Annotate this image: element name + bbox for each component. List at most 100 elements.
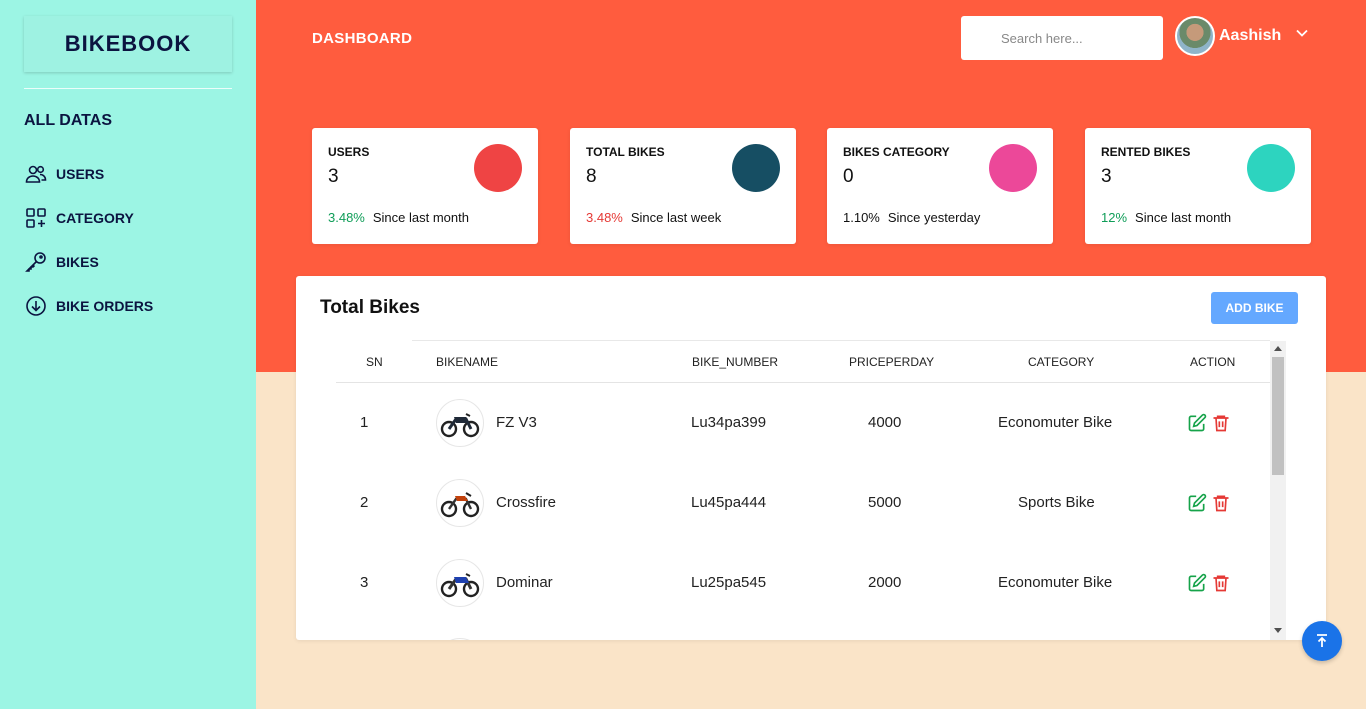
- stat-value: 8: [586, 166, 597, 187]
- panel-title: Total Bikes: [320, 297, 420, 318]
- stat-percentage: 3.48%: [328, 210, 365, 225]
- stat-note: Since last month: [372, 210, 469, 225]
- scroll-up-arrow-icon[interactable]: [1274, 346, 1282, 351]
- stat-value: 0: [843, 166, 854, 187]
- bike-thumbnail: [436, 479, 484, 527]
- stat-footer: 1.10% Since yesterday: [843, 210, 980, 225]
- table-header: SN BIKENAME BIKE_NUMBER PRICEPERDAY CATE…: [336, 340, 1270, 383]
- cell-sn: 3: [360, 574, 369, 591]
- stat-label: BIKES CATEGORY: [843, 145, 950, 159]
- stat-note: Since last month: [1135, 210, 1232, 225]
- stat-value: 3: [328, 166, 339, 187]
- search-input[interactable]: [961, 16, 1163, 60]
- bike-thumbnail: [436, 559, 484, 607]
- table-row: 1 FZ V3 Lu34pa399 4000 Economuter Bike: [336, 383, 1270, 463]
- bike-thumbnail: [436, 638, 484, 640]
- avatar: [1175, 16, 1215, 56]
- bike-thumbnail: [436, 399, 484, 447]
- stat-card-total-bikes: TOTAL BIKES 8 3.48% Since last week: [570, 128, 796, 244]
- edit-icon[interactable]: [1187, 573, 1207, 593]
- cell-category: Economuter Bike: [998, 574, 1113, 591]
- stat-percentage: 3.48%: [586, 210, 623, 225]
- scrollbar-thumb[interactable]: [1272, 357, 1284, 475]
- cell-sn: 1: [360, 414, 369, 431]
- stat-note: Since yesterday: [887, 210, 981, 225]
- column-header-action: ACTION: [1190, 355, 1236, 369]
- stat-label: RENTED BIKES: [1101, 145, 1191, 159]
- sidebar-item-label: USERS: [56, 166, 105, 182]
- cell-category: Economuter Bike: [998, 414, 1113, 431]
- bikes-table: SN BIKENAME BIKE_NUMBER PRICEPERDAY CATE…: [336, 340, 1286, 640]
- stat-label: USERS: [328, 145, 370, 159]
- category-icon: [26, 208, 46, 228]
- cell-priceperday: 5000: [868, 494, 902, 511]
- table-row: 2 Crossfire Lu45pa444 5000 Sports Bike: [336, 463, 1270, 543]
- download-circle-icon: [26, 296, 46, 316]
- cell-priceperday: 4000: [868, 414, 902, 431]
- stat-percentage: 1.10%: [843, 210, 880, 225]
- add-bike-button[interactable]: ADD BIKE: [1211, 292, 1298, 324]
- sidebar-item-label: BIKE ORDERS: [56, 298, 154, 314]
- sidebar-item-label: CATEGORY: [56, 210, 134, 226]
- stat-indicator-circle: [989, 144, 1037, 192]
- stat-card-bikes-category: BIKES CATEGORY 0 1.10% Since yesterday: [827, 128, 1053, 244]
- cell-priceperday: 2000: [868, 574, 902, 591]
- motorcycle-icon: [440, 492, 480, 518]
- cell-bike-number: Lu25pa545: [691, 574, 767, 591]
- motorcycle-icon: [440, 573, 480, 598]
- column-header-bike-number: BIKE_NUMBER: [692, 355, 779, 369]
- stat-indicator-circle: [732, 144, 780, 192]
- sidebar-divider: [24, 88, 232, 89]
- stat-footer: 3.48% Since last month: [328, 210, 469, 225]
- stat-note: Since last week: [630, 210, 722, 225]
- cell-bike-number: Lu34pa399: [691, 414, 767, 431]
- scroll-down-arrow-icon[interactable]: [1274, 628, 1282, 633]
- stat-card-rented-bikes: RENTED BIKES 3 12% Since last month: [1085, 128, 1311, 244]
- sidebar-item-category[interactable]: CATEGORY: [24, 196, 153, 240]
- bikes-panel: Total Bikes ADD BIKE SN BIKENAME BIKE_NU…: [296, 276, 1326, 640]
- sidebar-item-label: BIKES: [56, 254, 99, 270]
- chevron-down-icon: [1296, 29, 1308, 37]
- stat-card-users: USERS 3 3.48% Since last month: [312, 128, 538, 244]
- delete-icon[interactable]: [1211, 413, 1231, 433]
- key-icon: [25, 252, 46, 272]
- logo-text: BIKEBOOK: [64, 31, 192, 56]
- column-header-priceperday: PRICEPERDAY: [849, 355, 935, 369]
- delete-icon[interactable]: [1211, 493, 1231, 513]
- sidebar-item-users[interactable]: USERS: [24, 152, 153, 196]
- cell-bikename: Dominar: [496, 574, 553, 591]
- motorcycle-icon: [440, 413, 480, 438]
- page-title: DASHBOARD: [312, 30, 413, 47]
- cell-bikename: FZ V3: [496, 414, 537, 431]
- stat-indicator-circle: [474, 144, 522, 192]
- table-scrollbar[interactable]: [1270, 341, 1286, 640]
- logo[interactable]: BIKEBOOK: [24, 16, 232, 72]
- sidebar-section-title: ALL DATAS: [24, 112, 112, 129]
- column-header-sn: SN: [366, 355, 383, 369]
- stat-label: TOTAL BIKES: [586, 145, 665, 159]
- stat-percentage: 12%: [1101, 210, 1128, 225]
- column-header-bikename: BIKENAME: [436, 355, 499, 369]
- sidebar-nav: USERS CATEGORY BIKES BIKE ORDERS: [24, 152, 153, 328]
- back-to-top-button[interactable]: [1302, 621, 1342, 661]
- stat-footer: 3.48% Since last week: [586, 210, 721, 225]
- stat-indicator-circle: [1247, 144, 1295, 192]
- cell-sn: 2: [360, 494, 369, 511]
- edit-icon[interactable]: [1187, 413, 1207, 433]
- delete-icon[interactable]: [1211, 573, 1231, 593]
- table-row: 3 Dominar Lu25pa545 2000 Economuter Bike: [336, 543, 1270, 623]
- sidebar-item-bike-orders[interactable]: BIKE ORDERS: [24, 284, 153, 328]
- sidebar: BIKEBOOK ALL DATAS USERS CATEGORY BIKES …: [0, 0, 256, 709]
- user-name: Aashish: [1219, 27, 1282, 44]
- users-icon: [25, 165, 47, 183]
- arrow-up-icon: [1317, 634, 1327, 647]
- stat-footer: 12% Since last month: [1101, 210, 1231, 225]
- edit-icon[interactable]: [1187, 493, 1207, 513]
- sidebar-item-bikes[interactable]: BIKES: [24, 240, 153, 284]
- cell-bike-number: Lu45pa444: [691, 494, 767, 511]
- column-header-category: CATEGORY: [1028, 355, 1095, 369]
- cell-bikename: Crossfire: [496, 494, 557, 511]
- stat-value: 3: [1101, 166, 1112, 187]
- cell-category: Sports Bike: [1018, 494, 1095, 511]
- user-menu[interactable]: Aashish: [1175, 16, 1309, 56]
